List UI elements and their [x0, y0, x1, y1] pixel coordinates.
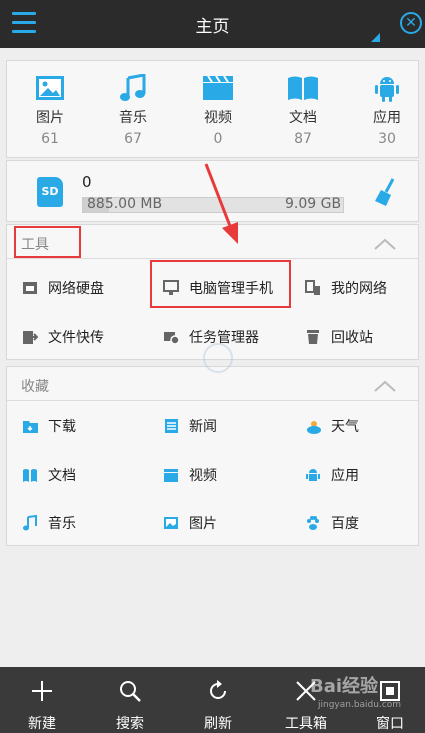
category-music[interactable]: 音乐 67 [103, 73, 163, 147]
tools-title-highlight [14, 226, 81, 258]
book-icon [21, 466, 39, 484]
storage-name: 0 [82, 173, 92, 191]
category-docs[interactable]: 文档 87 [273, 73, 333, 147]
category-images[interactable]: 图片 61 [20, 73, 80, 147]
fav-images[interactable]: 图片 [162, 508, 217, 538]
collapse-icon[interactable] [374, 377, 396, 396]
video-icon [162, 466, 180, 484]
top-bar: 主页 ✕ [0, 0, 425, 48]
tool-net-disk[interactable]: 网络硬盘 [21, 273, 104, 303]
trash-icon [304, 328, 322, 346]
gear-icon [162, 328, 180, 346]
new-button[interactable]: 新建 [7, 677, 77, 733]
refresh-icon [183, 677, 253, 705]
annotation-arrow [204, 163, 238, 244]
fav-weather[interactable]: 天气 [304, 411, 359, 441]
music-icon [21, 514, 39, 532]
file-send-icon [21, 328, 39, 346]
baidu-paw-icon [304, 514, 322, 532]
category-video[interactable]: 视频 0 [188, 73, 248, 147]
plus-icon [7, 677, 77, 705]
fav-video[interactable]: 视频 [162, 460, 217, 490]
video-icon [188, 73, 248, 103]
clean-broom-icon[interactable] [373, 177, 399, 211]
news-icon [162, 417, 180, 435]
fav-music[interactable]: 音乐 [21, 508, 76, 538]
dropdown-corner-icon[interactable] [371, 33, 380, 42]
pc-manage-highlight [150, 260, 291, 308]
loading-spinner [203, 343, 233, 373]
category-panel: 图片 61 音乐 67 视频 0 文档 87 应用 30 [6, 60, 419, 158]
search-button[interactable]: 搜索 [95, 677, 165, 733]
fav-news[interactable]: 新闻 [162, 411, 217, 441]
fav-docs[interactable]: 文档 [21, 460, 76, 490]
android-icon [357, 73, 417, 103]
tool-file-transfer[interactable]: 文件快传 [21, 322, 104, 352]
favorites-section: 收藏 下载 新闻 天气 文档 视频 应用 音乐 图片 百度 [6, 366, 419, 546]
search-icon [95, 677, 165, 705]
fav-apps[interactable]: 应用 [304, 460, 359, 490]
image-icon [162, 514, 180, 532]
fav-baidu[interactable]: 百度 [304, 508, 359, 538]
close-icon[interactable]: ✕ [400, 12, 422, 34]
watermark-logo: Bai经验 [310, 676, 379, 697]
android-icon [304, 466, 322, 484]
download-folder-icon [21, 417, 39, 435]
tool-recycle-bin[interactable]: 回收站 [304, 322, 373, 352]
storage-used: 885.00 MB [87, 196, 163, 212]
cloud-disk-icon [21, 279, 39, 297]
fav-download[interactable]: 下载 [21, 411, 76, 441]
image-icon [20, 73, 80, 103]
favorites-title: 收藏 [21, 379, 49, 395]
tool-my-network[interactable]: 我的网络 [304, 273, 387, 303]
sd-card-icon: SD [37, 177, 63, 207]
collapse-icon[interactable] [374, 235, 396, 254]
refresh-button[interactable]: 刷新 [183, 677, 253, 733]
music-icon [103, 73, 163, 103]
storage-total: 9.09 GB [285, 196, 342, 212]
weather-icon [304, 417, 322, 435]
watermark-url: jingyan.baidu.com [318, 700, 402, 710]
book-icon [273, 73, 333, 103]
network-icon [304, 279, 322, 297]
category-apps[interactable]: 应用 30 [357, 73, 417, 147]
page-title: 主页 [195, 17, 230, 37]
